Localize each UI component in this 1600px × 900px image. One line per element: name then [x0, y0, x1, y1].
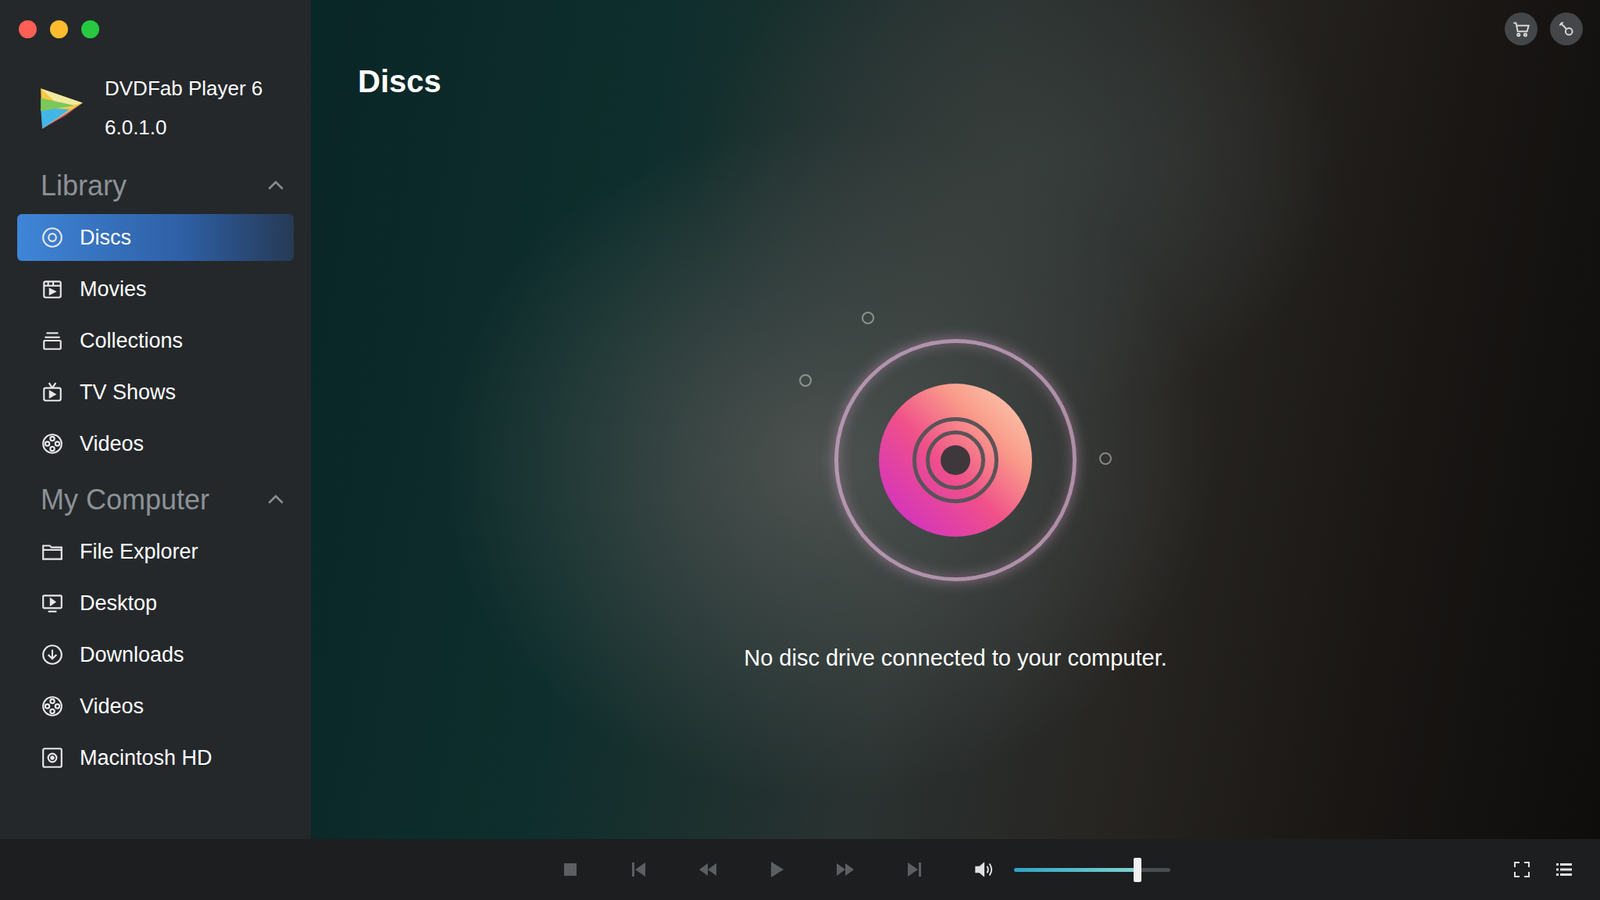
sidebar-item[interactable]: Discs	[17, 214, 294, 261]
sidebar-item-label: Macintosh HD	[79, 746, 213, 771]
spark-dot	[799, 374, 812, 387]
volume-slider[interactable]	[1014, 867, 1171, 872]
sidebar-section: My Computer File Explorer Desktop Downloads…	[0, 471, 311, 786]
view-controls	[1512, 860, 1574, 879]
empty-message: No disc drive connected to your computer…	[743, 643, 1168, 672]
spark-dot	[861, 311, 875, 325]
play-icon	[765, 858, 788, 881]
chevron-icon	[264, 174, 288, 198]
sidebar-item[interactable]: File Explorer	[17, 528, 294, 575]
sidebar-item-label: Videos	[79, 432, 144, 457]
sidebar-item[interactable]: Videos	[17, 682, 294, 730]
speaker-icon	[971, 857, 996, 882]
next-icon	[903, 858, 925, 881]
spark-dot	[1099, 452, 1112, 465]
prev-icon	[628, 858, 650, 881]
volume-fill	[1014, 867, 1138, 872]
sidebar-item[interactable]: Movies	[17, 265, 294, 313]
close-button[interactable]	[18, 20, 37, 39]
sidebar-item[interactable]: Downloads	[17, 631, 294, 679]
player-window: DVDFab Player 66.0.1.0LibraryDiscsMovies…	[0, 0, 1600, 900]
disc-icon	[40, 225, 65, 250]
tv-icon	[40, 380, 65, 404]
sidebar-item[interactable]: Desktop	[17, 579, 294, 627]
movie-icon	[40, 277, 65, 301]
minimize-button[interactable]	[50, 20, 68, 39]
sidebar-item-label: Videos	[79, 694, 144, 719]
sidebar-item-label: Movies	[79, 277, 147, 302]
ff-icon	[834, 858, 857, 881]
app-brand: DVDFab Player 66.0.1.0	[0, 57, 311, 158]
dvdfab-logo-icon	[37, 83, 86, 133]
prev-button[interactable]	[628, 858, 650, 881]
fullscreen-button[interactable]	[1512, 860, 1532, 879]
sidebar-item[interactable]: TV Shows	[17, 368, 294, 416]
stop-button[interactable]	[559, 858, 582, 881]
reel-icon	[40, 432, 65, 456]
sidebar-section: Library Discs Movies Collections TV Shows Vid…	[0, 157, 311, 472]
stack-icon	[40, 328, 65, 353]
discs-page: Discs No disc drive connected to your com…	[310, 0, 1600, 840]
chevron-icon	[264, 488, 288, 512]
sidebar-item[interactable]: Collections	[17, 317, 294, 365]
stop-icon	[559, 858, 582, 881]
top-toolbar	[357, 0, 1600, 58]
app-name: DVDFab Player 6	[104, 68, 263, 108]
fullscreen-icon	[1512, 860, 1532, 879]
sidebar-item-label: Desktop	[79, 591, 158, 616]
sidebar-item-label: File Explorer	[79, 539, 199, 565]
monitor-icon	[40, 591, 65, 615]
playlist-button[interactable]	[1554, 860, 1574, 879]
zoom-button[interactable]	[81, 20, 100, 39]
settings-button[interactable]	[1550, 12, 1583, 46]
sidebar-item-label: Downloads	[79, 642, 185, 668]
sidebar-item[interactable]: Macintosh HD	[17, 734, 294, 782]
volume-button[interactable]	[971, 857, 996, 882]
cart-icon	[1510, 18, 1532, 40]
volume-thumb[interactable]	[1133, 857, 1142, 883]
sidebar-item-label: TV Shows	[79, 380, 176, 405]
window-controls	[0, 0, 311, 58]
sidebar: DVDFab Player 66.0.1.0LibraryDiscsMovies…	[0, 0, 311, 840]
disc-icon	[878, 383, 1033, 537]
page-title: Discs	[357, 57, 1600, 105]
sidebar-item[interactable]: Videos	[17, 420, 294, 468]
section-header[interactable]: My Computer	[17, 476, 294, 524]
playback-bar	[0, 839, 1600, 900]
rew-button[interactable]	[696, 858, 719, 881]
drive-icon	[40, 746, 65, 770]
sidebar-item-label: Collections	[79, 328, 183, 354]
tools-icon	[1556, 18, 1577, 40]
store-button[interactable]	[1504, 12, 1538, 46]
download-icon	[40, 642, 65, 667]
ff-button[interactable]	[834, 858, 857, 881]
folder-icon	[40, 539, 65, 564]
app-version: 6.0.1.0	[104, 107, 263, 147]
section-header[interactable]: Library	[17, 162, 294, 210]
reel-icon	[40, 694, 65, 718]
sidebar-item-label: Discs	[79, 225, 132, 250]
rew-icon	[696, 858, 719, 881]
play-button[interactable]	[765, 858, 788, 881]
next-button[interactable]	[903, 858, 925, 881]
list-icon	[1554, 860, 1574, 879]
empty-state: No disc drive connected to your computer…	[310, 104, 1600, 840]
disc-ring	[834, 339, 1077, 582]
